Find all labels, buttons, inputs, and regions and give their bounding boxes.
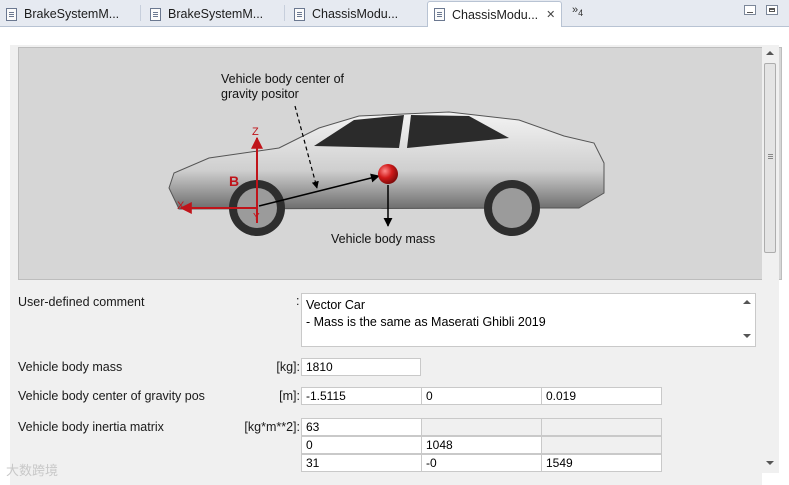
comment-textarea[interactable]: Vector Car - Mass is the same as Maserat… — [301, 293, 756, 347]
overflow-count: 4 — [578, 8, 584, 19]
cog-label: Vehicle body center of gravity pos — [18, 389, 205, 403]
scroll-up-icon[interactable] — [743, 300, 751, 304]
car-diagram: Z X Y B Vehicle body center of gravity p… — [168, 72, 605, 246]
mass-callout: Vehicle body mass — [331, 232, 435, 246]
cog-y-input[interactable]: 0 — [421, 387, 542, 405]
cog-z-input[interactable]: 0.019 — [541, 387, 662, 405]
comment-label: User-defined comment — [18, 295, 145, 309]
main-scrollbar[interactable] — [762, 45, 779, 473]
editor-tab-bar: BrakeSystemM... BrakeSystemM... ChassisM… — [0, 0, 789, 27]
axis-y-label: Y — [253, 212, 260, 223]
vehicle-figure: Z X Y B Vehicle body center of gravity p… — [18, 47, 782, 280]
tab-label: ChassisModu... — [452, 7, 539, 22]
inertia-cell-1-2 — [421, 418, 542, 436]
inertia-unit: [kg*m**2]: — [244, 420, 300, 434]
inertia-cell-2-3 — [541, 436, 662, 454]
axis-b-label: B — [229, 173, 239, 189]
tab-label: ChassisModu... — [312, 7, 399, 21]
scroll-thumb[interactable] — [764, 63, 776, 253]
axis-x-label: X — [177, 200, 185, 212]
comment-line: Vector Car — [306, 298, 366, 312]
file-icon — [294, 7, 305, 21]
tab-overflow-button[interactable]: »4 — [572, 4, 583, 18]
tab-separator — [284, 5, 285, 21]
scroll-up-icon[interactable] — [766, 51, 774, 55]
inertia-cell-3-1[interactable]: 31 — [301, 454, 422, 472]
inertia-cell-1-1[interactable]: 63 — [301, 418, 422, 436]
axis-z-label: Z — [252, 126, 259, 138]
file-icon — [434, 8, 445, 21]
mass-unit: [kg]: — [276, 360, 300, 374]
comment-scrollbar[interactable] — [739, 294, 755, 346]
file-icon — [6, 7, 17, 21]
inertia-cell-2-2[interactable]: 1048 — [421, 436, 542, 454]
minimize-icon[interactable] — [744, 5, 756, 15]
tab-label: BrakeSystemM... — [24, 7, 120, 21]
comment-line: - Mass is the same as Maserati Ghibli 20… — [306, 315, 546, 329]
cog-callout-line2: gravity positor — [221, 87, 299, 101]
inertia-label: Vehicle body inertia matrix — [18, 420, 164, 434]
inertia-cell-2-1[interactable]: 0 — [301, 436, 422, 454]
cog-callout-line1: Vehicle body center of — [221, 72, 345, 86]
tab-brake-system-2[interactable]: BrakeSystemM... — [150, 3, 263, 25]
mass-label: Vehicle body mass — [18, 360, 123, 374]
tab-chassis-module-2[interactable]: ChassisModu... ✕ — [427, 1, 563, 27]
close-icon[interactable]: ✕ — [546, 8, 555, 21]
tab-separator — [140, 5, 141, 21]
file-icon — [150, 7, 161, 21]
comment-colon: : — [296, 294, 300, 308]
scroll-down-icon[interactable] — [743, 334, 751, 338]
scroll-down-icon[interactable] — [766, 461, 774, 465]
inertia-cell-1-3 — [541, 418, 662, 436]
watermark: 大数跨境 — [6, 463, 59, 478]
cog-x-input[interactable]: -1.5115 — [301, 387, 422, 405]
cog-ball — [378, 164, 398, 184]
tab-label: BrakeSystemM... — [168, 7, 264, 21]
tab-chassis-module-1[interactable]: ChassisModu... — [294, 3, 398, 25]
tab-brake-system-1[interactable]: BrakeSystemM... — [6, 3, 119, 25]
maximize-icon[interactable] — [766, 5, 778, 15]
inertia-cell-3-2[interactable]: -0 — [421, 454, 542, 472]
mass-input[interactable]: 1810 — [301, 358, 421, 376]
inertia-cell-3-3[interactable]: 1549 — [541, 454, 662, 472]
cog-unit: [m]: — [279, 389, 300, 403]
